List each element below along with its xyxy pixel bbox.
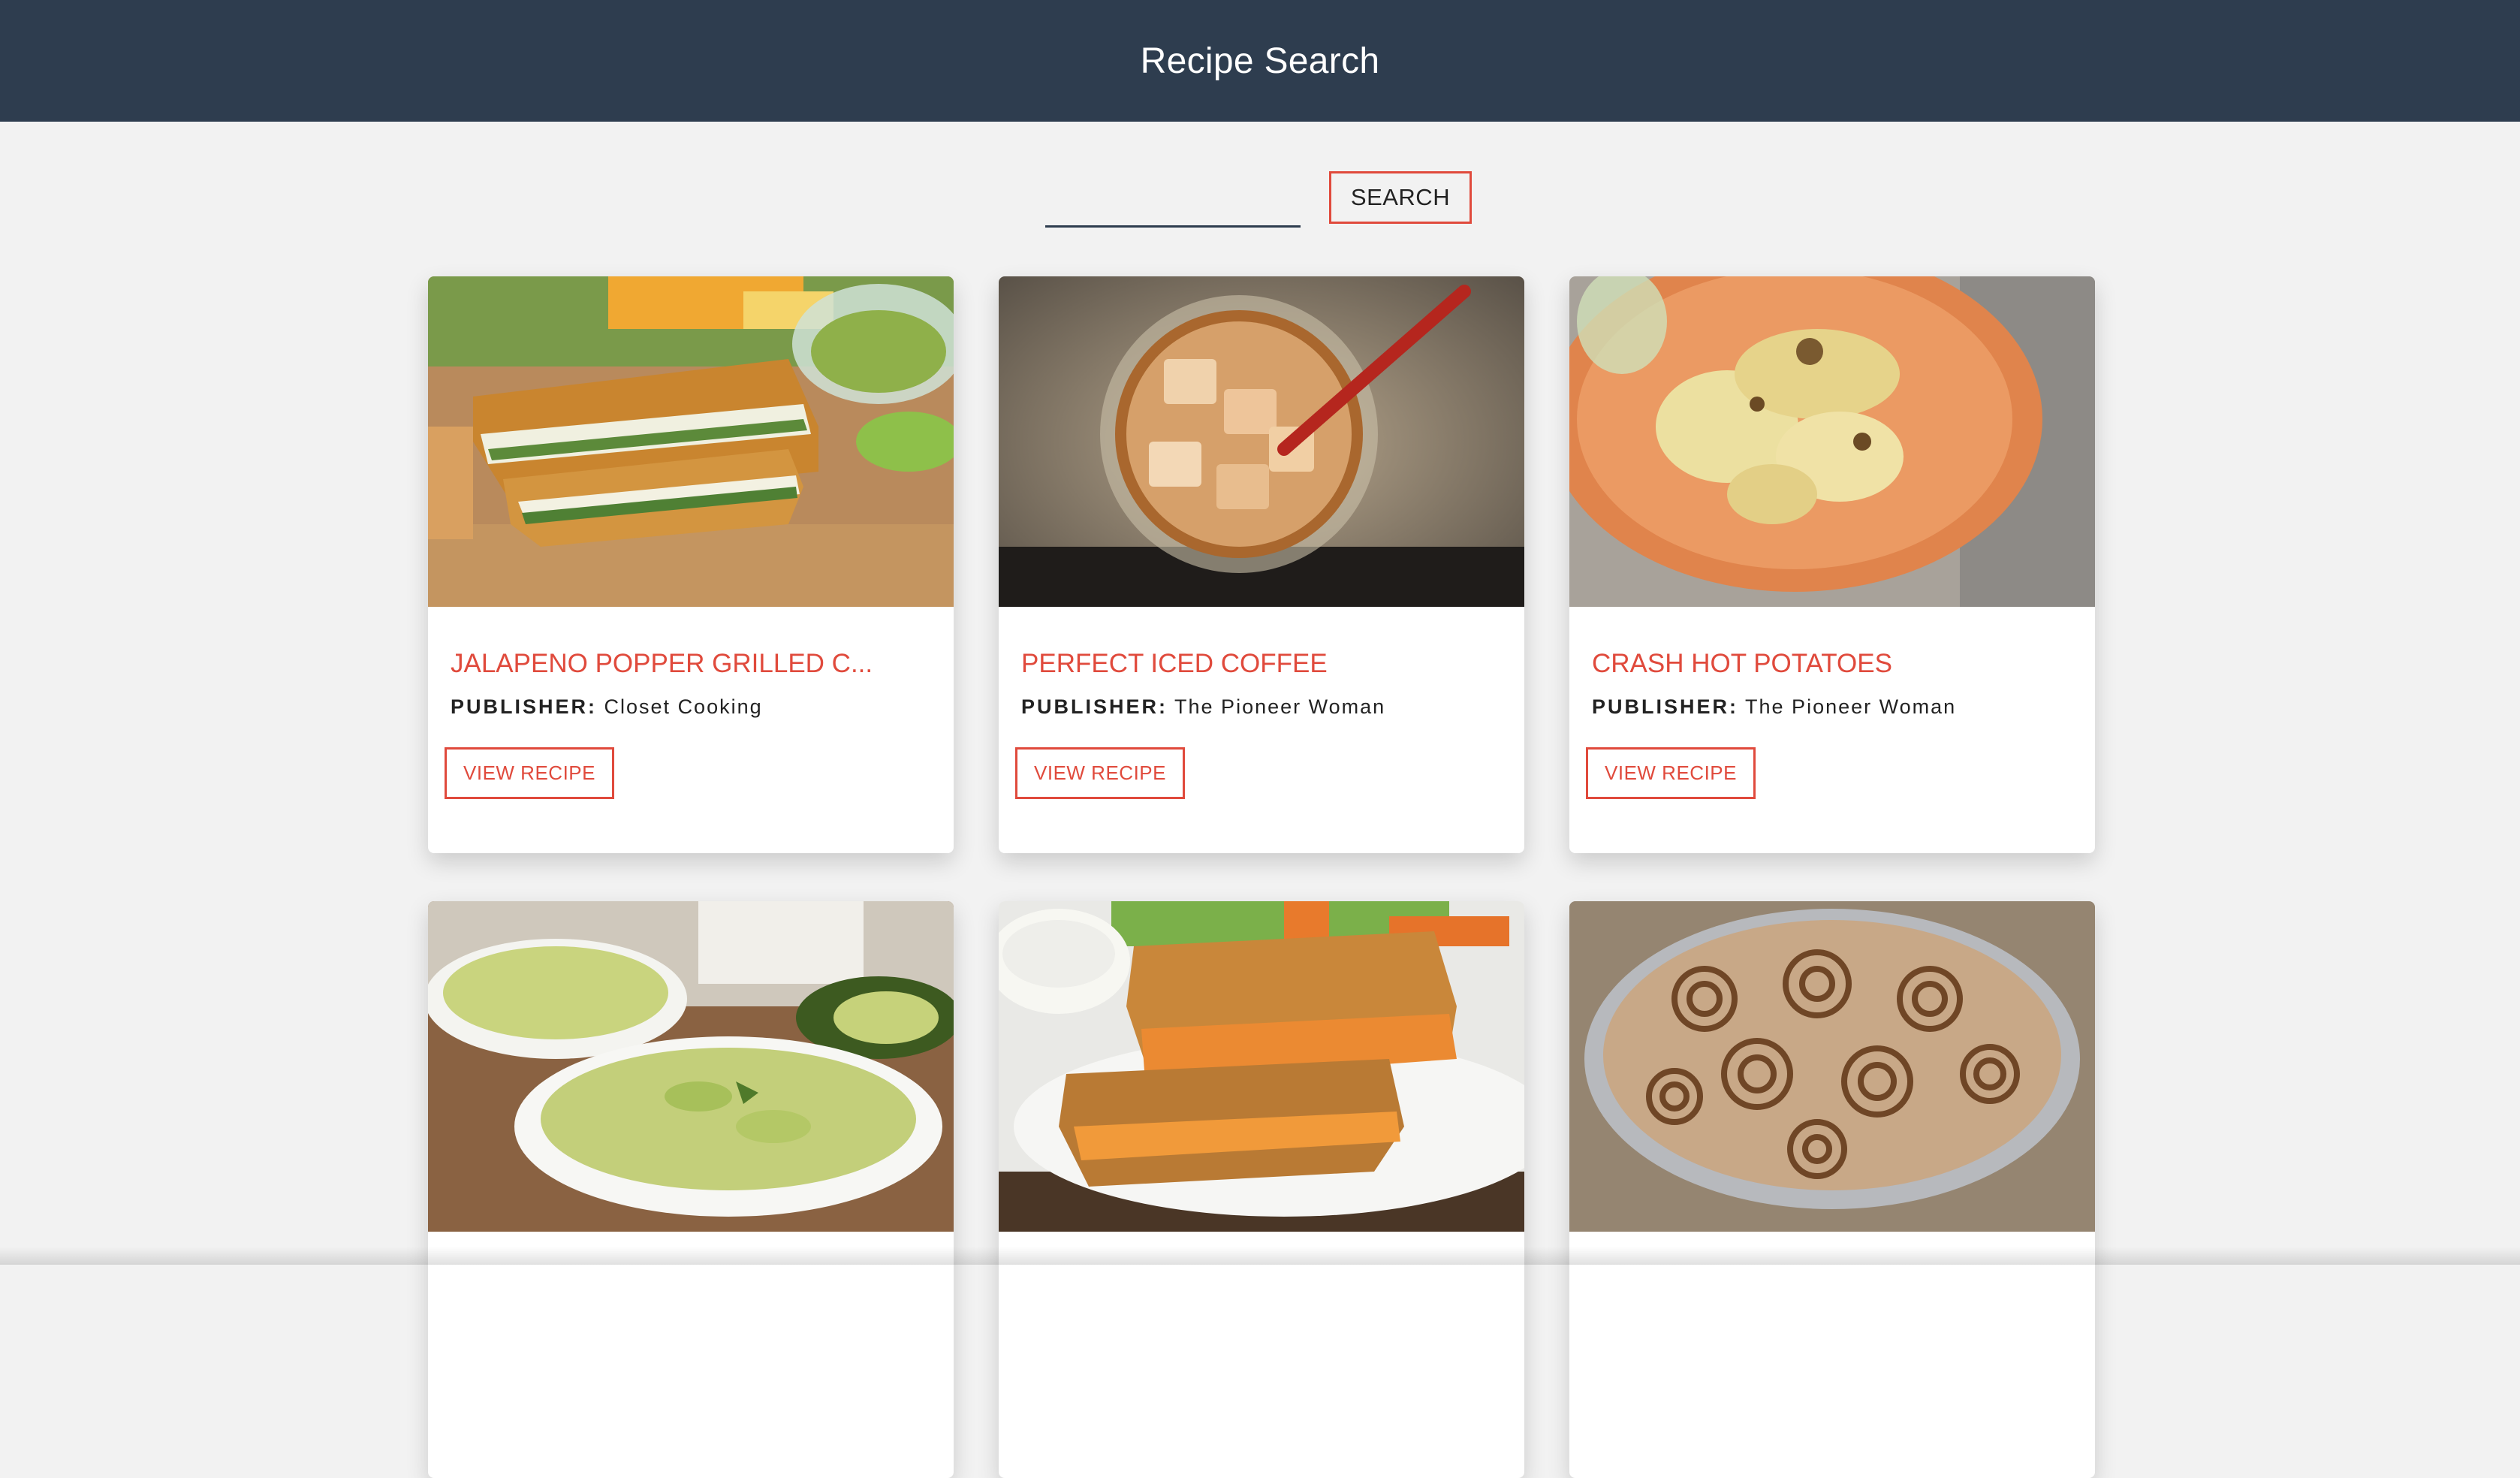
search-input[interactable]	[1045, 182, 1301, 228]
recipe-card	[1569, 901, 2095, 1478]
recipe-card: CRASH HOT POTATOES PUBLISHER: The Pionee…	[1569, 276, 2095, 853]
recipe-card: JALAPENO POPPER GRILLED C... PUBLISHER: …	[428, 276, 954, 853]
view-recipe-button[interactable]: VIEW RECIPE	[445, 747, 614, 799]
recipe-card	[999, 901, 1524, 1478]
page-title: Recipe Search	[1140, 41, 1380, 81]
search-bar: SEARCH	[0, 171, 2520, 231]
recipe-image[interactable]	[999, 901, 1524, 1232]
view-recipe-button[interactable]: VIEW RECIPE	[1015, 747, 1185, 799]
recipe-image[interactable]	[428, 276, 954, 607]
publisher-name: The Pioneer Woman	[1174, 695, 1386, 718]
publisher-name: Closet Cooking	[604, 695, 763, 718]
app-header: Recipe Search	[0, 0, 2520, 122]
publisher-label: PUBLISHER:	[1021, 695, 1168, 718]
recipe-image[interactable]	[428, 901, 954, 1232]
recipe-card: PERFECT ICED COFFEE PUBLISHER: The Pione…	[999, 276, 1524, 853]
recipe-image[interactable]	[999, 276, 1524, 607]
publisher-label: PUBLISHER:	[451, 695, 598, 718]
recipe-publisher: PUBLISHER: The Pioneer Woman	[1592, 695, 2072, 719]
recipe-card	[428, 901, 954, 1478]
view-recipe-button[interactable]: VIEW RECIPE	[1586, 747, 1756, 799]
publisher-label: PUBLISHER:	[1592, 695, 1739, 718]
recipe-publisher: PUBLISHER: The Pioneer Woman	[1021, 695, 1502, 719]
recipe-title[interactable]: JALAPENO POPPER GRILLED C...	[451, 649, 931, 679]
recipe-title[interactable]: CRASH HOT POTATOES	[1592, 649, 2072, 679]
publisher-name: The Pioneer Woman	[1745, 695, 1957, 718]
recipe-publisher: PUBLISHER: Closet Cooking	[451, 695, 931, 719]
bottom-shadow	[0, 1247, 2520, 1265]
search-button[interactable]: SEARCH	[1329, 171, 1472, 224]
recipe-title[interactable]: PERFECT ICED COFFEE	[1021, 649, 1502, 679]
recipe-image[interactable]	[1569, 276, 2095, 607]
recipe-image[interactable]	[1569, 901, 2095, 1232]
